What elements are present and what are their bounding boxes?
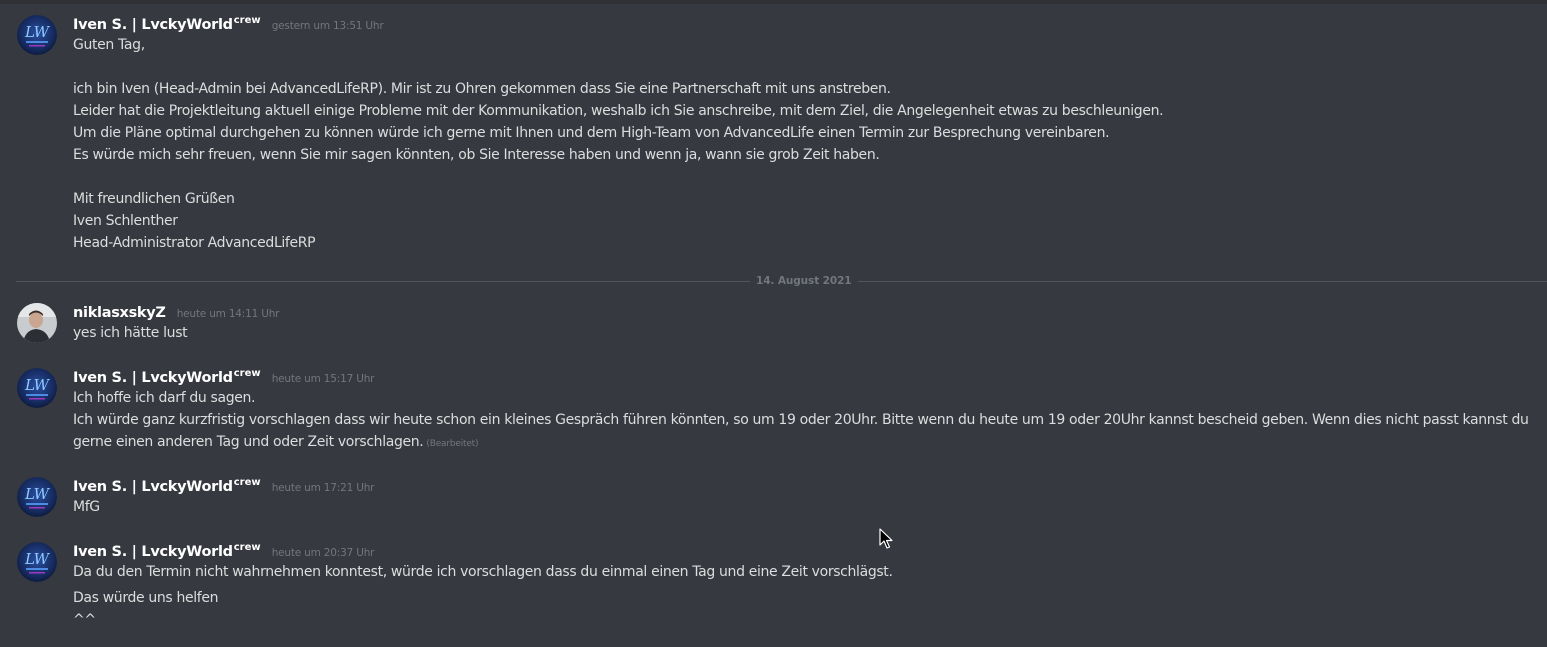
role-tag: crew [233, 477, 261, 488]
message-line: Leider hat die Projektleitung aktuell ei… [73, 103, 1164, 119]
message-line: Ich würde ganz kurzfristig vorschlagen d… [73, 412, 1529, 428]
message-line: Das würde uns helfen [73, 590, 219, 606]
avatar[interactable]: LW [17, 368, 57, 408]
message-line: ich bin Iven (Head-Admin bei AdvancedLif… [73, 81, 891, 97]
message-header: Iven S. | LvckyWorldcrew heute um 20:37 … [73, 541, 374, 561]
message-header: niklasxskyZ heute um 14:11 Uhr [73, 302, 279, 322]
timestamp[interactable]: gestern um 13:51 Uhr [272, 20, 384, 32]
avatar[interactable]: LW [17, 477, 57, 517]
message-header: Iven S. | LvckyWorldcrew heute um 17:21 … [73, 476, 374, 496]
username[interactable]: Iven S. | LvckyWorld [73, 479, 233, 495]
message-line: Head-Administrator AdvancedLifeRP [73, 235, 316, 251]
edited-marker: (Bearbeitet) [426, 439, 479, 449]
mouse-pointer-icon [879, 528, 893, 554]
username[interactable]: Iven S. | LvckyWorld [73, 17, 233, 33]
message-header: Iven S. | LvckyWorldcrew heute um 15:17 … [73, 367, 374, 387]
message-line: Ich hoffe ich darf du sagen. [73, 390, 256, 406]
avatar[interactable]: LW [17, 542, 57, 582]
svg-text:LW: LW [24, 376, 51, 394]
svg-text:LW: LW [24, 485, 51, 503]
message-line: gerne einen anderen Tag und oder Zeit vo… [73, 431, 479, 455]
message-line-text: gerne einen anderen Tag und oder Zeit vo… [73, 434, 424, 450]
message-line: yes ich hätte lust [73, 325, 188, 341]
avatar[interactable] [17, 303, 57, 343]
chat-messages-area[interactable]: LW Iven S. | LvckyWorldcrew gestern um 1… [0, 0, 1547, 647]
role-tag: crew [233, 368, 261, 379]
timestamp[interactable]: heute um 15:17 Uhr [272, 373, 375, 385]
message-line: Um die Pläne optimal durchgehen zu könne… [73, 125, 1110, 141]
role-tag: crew [233, 15, 261, 26]
message-line: Da du den Termin nicht wahrnehmen konnte… [73, 564, 893, 580]
message-line: MfG [73, 499, 100, 515]
svg-text:LW: LW [24, 23, 51, 41]
message-line: Iven Schlenther [73, 213, 178, 229]
role-tag: crew [233, 542, 261, 553]
timestamp[interactable]: heute um 14:11 Uhr [177, 308, 280, 320]
date-divider-label: 14. August 2021 [750, 273, 858, 289]
username[interactable]: niklasxskyZ [73, 305, 166, 321]
username[interactable]: Iven S. | LvckyWorld [73, 370, 233, 386]
username[interactable]: Iven S. | LvckyWorld [73, 544, 233, 560]
svg-text:LW: LW [24, 550, 51, 568]
message-line: Es würde mich sehr freuen, wenn Sie mir … [73, 147, 880, 163]
timestamp[interactable]: heute um 17:21 Uhr [272, 482, 375, 494]
message-line: ^^ [73, 612, 96, 628]
avatar[interactable]: LW [17, 15, 57, 55]
horizontal-scrollbar[interactable] [0, 0, 1547, 4]
timestamp[interactable]: heute um 20:37 Uhr [272, 547, 375, 559]
message-line: Mit freundlichen Grüßen [73, 191, 235, 207]
message-line: Guten Tag, [73, 37, 145, 53]
message-header: Iven S. | LvckyWorldcrew gestern um 13:5… [73, 14, 384, 34]
